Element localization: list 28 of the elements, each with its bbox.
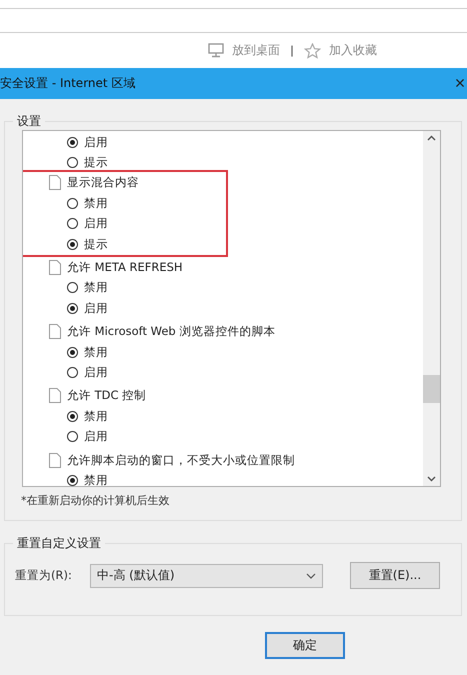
- setting-name: 显示混合内容: [67, 175, 139, 190]
- radio-option[interactable]: 禁用: [33, 193, 226, 214]
- window-title: 安全设置 - Internet 区域: [0, 75, 136, 92]
- radio-option[interactable]: 禁用: [33, 406, 421, 426]
- radio-option[interactable]: 禁用: [33, 278, 421, 298]
- radio-option[interactable]: 禁用: [33, 470, 421, 486]
- separator: |: [290, 44, 294, 57]
- radio-option[interactable]: 启用: [33, 426, 421, 447]
- add-favorite-link[interactable]: 加入收藏: [304, 42, 377, 59]
- reset-button[interactable]: 重置(E)...: [350, 562, 440, 589]
- level-dropdown[interactable]: 中-高 (默认值): [90, 564, 323, 588]
- restart-note: *在重新启动你的计算机后生效: [21, 493, 170, 508]
- setting-name: 允许 Microsoft Web 浏览器控件的脚本: [67, 324, 276, 340]
- setting-name: 允许脚本启动的窗口，不受大小或位置限制: [67, 452, 295, 468]
- setting-name: 允许 TDC 控制: [67, 388, 146, 404]
- radio-option[interactable]: 提示: [33, 152, 423, 173]
- radio-option[interactable]: 启用: [33, 362, 421, 383]
- ok-button[interactable]: 确定: [265, 632, 345, 659]
- radio-option[interactable]: 启用: [33, 214, 226, 234]
- close-button[interactable]: ×: [453, 73, 467, 94]
- group-label: 重置自定义设置: [13, 535, 105, 552]
- field-label: 重置为(R):: [15, 568, 73, 583]
- radio-option[interactable]: 启用: [33, 298, 421, 319]
- radio-option[interactable]: 启用: [33, 132, 423, 152]
- radio-option[interactable]: 提示: [33, 234, 226, 254]
- setting-name: 允许 META REFRESH: [67, 260, 183, 276]
- radio-option[interactable]: 禁用: [33, 342, 421, 362]
- send-to-desktop-link[interactable]: 放到桌面: [208, 42, 280, 59]
